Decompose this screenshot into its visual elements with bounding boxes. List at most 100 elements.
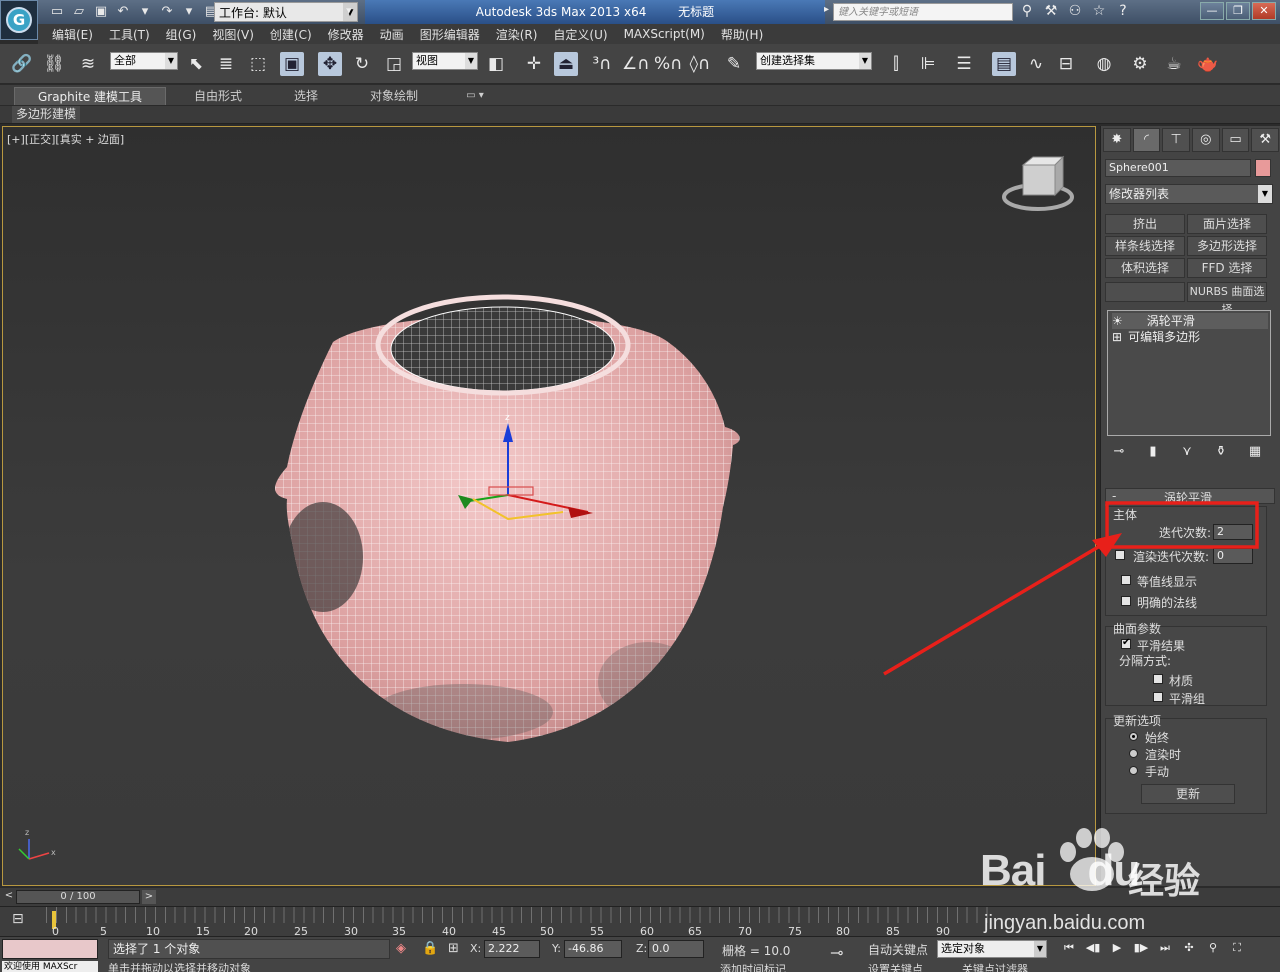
curve-editor-mini-icon[interactable]: ⊟ — [12, 911, 24, 927]
lightbulb-icon[interactable]: ☀ — [1112, 314, 1123, 328]
remove-modifier-icon[interactable]: ⚱ — [1211, 444, 1231, 462]
named-selection-dropdown[interactable]: 创建选择集 ▼ — [756, 52, 872, 70]
object-name-field[interactable]: Sphere001 — [1105, 159, 1251, 177]
set-key-button[interactable]: 设置关键点 — [868, 961, 923, 972]
keyboard-shortcut-override-icon[interactable]: ⏏ — [554, 52, 578, 76]
patch-select-button[interactable]: 面片选择 — [1187, 214, 1267, 234]
turbosmooth-rollout-header[interactable]: - 涡轮平滑 — [1105, 488, 1275, 505]
previous-frame-icon[interactable]: ◀▮ — [1084, 940, 1102, 956]
render-production-icon[interactable]: 🫖 — [1196, 52, 1220, 76]
window-crossing-icon[interactable]: ▣ — [280, 52, 304, 76]
auto-key-button[interactable]: 自动关键点 — [868, 941, 928, 958]
smooth-result-checkbox[interactable] — [1121, 637, 1131, 649]
restore-button[interactable]: ❐ — [1226, 2, 1250, 20]
create-tab-icon[interactable]: ✸ — [1103, 128, 1131, 152]
update-render-radio[interactable] — [1129, 749, 1138, 758]
menu-help[interactable]: 帮助(H) — [713, 26, 771, 43]
time-slider[interactable]: < 0 / 100 > — [0, 888, 1280, 906]
link-icon[interactable]: 🔗 — [10, 52, 34, 76]
maxscript-listener-mini[interactable] — [2, 939, 98, 959]
pivot-center-icon[interactable]: ◧ — [484, 52, 508, 76]
stack-item-turbosmooth[interactable]: ☀ 涡轮平滑 — [1112, 313, 1268, 329]
close-button[interactable]: ✕ — [1252, 2, 1276, 20]
redo-dropdown-icon[interactable]: ▾ — [180, 3, 198, 21]
configure-sets-icon[interactable]: ▦ — [1245, 444, 1265, 462]
time-slider-thumb[interactable]: 0 / 100 — [16, 890, 140, 904]
utilities-tab-icon[interactable]: ⚒ — [1251, 128, 1280, 152]
menu-create[interactable]: 创建(C) — [262, 26, 320, 43]
rectangular-selection-icon[interactable]: ⬚ — [246, 52, 270, 76]
spline-select-button[interactable]: 样条线选择 — [1105, 236, 1185, 256]
menu-edit[interactable]: 编辑(E) — [44, 26, 101, 43]
select-and-scale-icon[interactable]: ◲ — [382, 52, 406, 76]
hierarchy-tab-icon[interactable]: ⊤ — [1162, 128, 1191, 152]
go-to-end-icon[interactable]: ⏭ — [1156, 940, 1174, 956]
star-icon[interactable]: ☆ — [1090, 3, 1108, 19]
menu-maxscript[interactable]: MAXScript(M) — [616, 27, 713, 41]
expand-arrow-icon[interactable]: ▸ — [824, 4, 829, 15]
y-coordinate-field[interactable]: -46.86 — [564, 940, 622, 958]
next-frame-icon[interactable]: ▮▶ — [1132, 940, 1150, 956]
tab-graphite-modeling[interactable]: Graphite 建模工具 — [14, 87, 166, 105]
display-tab-icon[interactable]: ▭ — [1221, 128, 1250, 152]
select-and-move-icon[interactable]: ✥ — [318, 52, 342, 76]
menu-group[interactable]: 组(G) — [158, 26, 205, 43]
material-editor-icon[interactable]: ◍ — [1092, 52, 1116, 76]
binoculars-icon[interactable]: ⚲ — [1018, 3, 1036, 19]
render-iters-checkbox[interactable] — [1115, 550, 1125, 560]
menu-animation[interactable]: 动画 — [372, 26, 412, 43]
poly-select-button[interactable]: 多边形选择 — [1187, 236, 1267, 256]
time-slider-next-icon[interactable]: > — [142, 890, 156, 904]
help-icon[interactable]: ? — [1114, 3, 1132, 19]
update-manual-radio[interactable] — [1129, 766, 1138, 775]
key-filters-button[interactable]: 关键点过滤器 — [962, 961, 1028, 972]
isolate-selection-icon[interactable]: ◈ — [396, 941, 406, 956]
menu-tools[interactable]: 工具(T) — [101, 26, 158, 43]
lock-selection-icon[interactable]: 🔒 — [422, 941, 438, 956]
go-to-start-icon[interactable]: ⏮ — [1060, 940, 1078, 956]
snaps-toggle-icon[interactable]: ³∩ — [590, 52, 614, 76]
key-mode-dropdown[interactable]: 选定对象 ▼ — [937, 940, 1047, 958]
spinner-snap-icon[interactable]: ◊∩ — [688, 52, 712, 76]
open-folder-icon[interactable]: ▱ — [70, 3, 88, 21]
polygon-modeling-panel[interactable]: 多边形建模 — [12, 106, 81, 123]
graphite-toggle-icon[interactable]: ▤ — [992, 52, 1016, 76]
modifier-list-dropdown[interactable]: 修改器列表 ▼ — [1105, 184, 1273, 204]
track-bar[interactable]: ⊟ 0 5 10 15 20 25 30 35 40 45 50 55 60 6… — [0, 906, 1280, 938]
undo-icon[interactable]: ↶ — [114, 3, 132, 21]
menu-views[interactable]: 视图(V) — [204, 26, 262, 43]
edit-named-selection-icon[interactable]: ✎ — [722, 52, 746, 76]
render-iters-spinner[interactable]: 0 — [1213, 548, 1253, 564]
wrench-icon[interactable]: ⚒ — [1042, 3, 1060, 19]
angle-snap-icon[interactable]: ∠∩ — [622, 52, 650, 76]
curve-editor-icon[interactable]: ∿ — [1024, 52, 1048, 76]
empty-modifier-button[interactable] — [1105, 282, 1185, 302]
selection-filter-dropdown[interactable]: 全部 ▼ — [110, 52, 178, 70]
object-color-swatch[interactable] — [1255, 159, 1271, 177]
viewcube[interactable] — [1002, 155, 1074, 211]
redo-icon[interactable]: ↷ — [158, 3, 176, 21]
unlink-icon[interactable]: ⛓ — [42, 52, 66, 76]
x-coordinate-field[interactable]: 2.222 — [484, 940, 540, 958]
save-icon[interactable]: ▣ — [92, 3, 110, 21]
menu-graph-editors[interactable]: 图形编辑器 — [412, 26, 488, 43]
absolute-mode-icon[interactable]: ⊞ — [448, 941, 459, 956]
extrude-button[interactable]: 挤出 — [1105, 214, 1185, 234]
pin-stack-icon[interactable]: ⊸ — [1109, 444, 1129, 462]
make-unique-icon[interactable]: ⋎ — [1177, 444, 1197, 462]
ribbon-options-dropdown-icon[interactable]: ▭ ▾ — [460, 87, 490, 105]
select-manipulate-icon[interactable]: ✛ — [522, 52, 546, 76]
ffd-select-button[interactable]: FFD 选择 — [1187, 258, 1267, 278]
mirror-icon[interactable]: ⫿ — [884, 52, 908, 76]
volume-select-button[interactable]: 体积选择 — [1105, 258, 1185, 278]
minimize-button[interactable]: — — [1200, 2, 1224, 20]
reference-coordinate-dropdown[interactable]: 视图 ▼ — [412, 52, 478, 70]
select-by-name-icon[interactable]: ≣ — [214, 52, 238, 76]
perspective-viewport[interactable]: [+][正交][真实 + 边面] z z x — [2, 126, 1096, 886]
tab-selection[interactable]: 选择 — [266, 87, 346, 105]
render-setup-icon[interactable]: ⚙ — [1128, 52, 1152, 76]
customize-dropdown-icon[interactable]: ▾ — [346, 4, 352, 17]
play-icon[interactable]: ▶ — [1108, 940, 1126, 956]
maxscript-text[interactable]: 欢迎使用 MAXScr — [2, 961, 98, 972]
maximize-viewport-icon[interactable]: ⛶ — [1228, 940, 1246, 956]
